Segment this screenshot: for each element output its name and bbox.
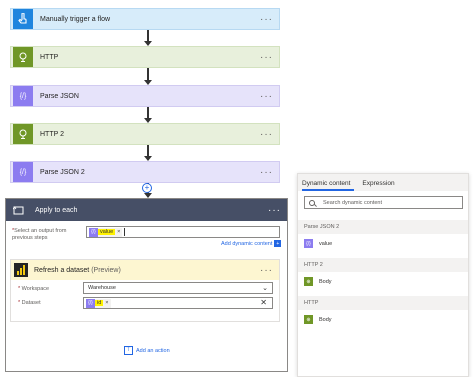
json-braces-icon: {/} (13, 162, 33, 182)
add-icon: + (274, 240, 282, 247)
step-http[interactable]: HTTP ··· (10, 46, 280, 68)
apply-to-each-header[interactable]: Apply to each ··· (6, 199, 287, 221)
select-output-field[interactable]: {/} value × (86, 226, 280, 238)
more-options-icon[interactable]: ··· (268, 205, 281, 216)
hand-touch-icon (13, 9, 33, 29)
refresh-dataset-header[interactable]: Refresh a dataset (Preview) ··· (11, 260, 279, 280)
more-options-icon[interactable]: ··· (260, 129, 273, 140)
workspace-value: Warehouse (88, 285, 116, 291)
step-title: Manually trigger a flow (40, 15, 111, 23)
connector-arrow (144, 68, 152, 85)
more-options-icon[interactable]: ··· (260, 52, 273, 63)
loop-icon (8, 200, 28, 220)
add-dynamic-content-link[interactable]: Add dynamic content + (221, 240, 282, 247)
search-placeholder: Search dynamic content (323, 199, 383, 206)
tab-dynamic-content[interactable]: Dynamic content (302, 180, 355, 191)
step-http-2[interactable]: HTTP 2 ··· (10, 123, 280, 145)
step-title: HTTP (40, 53, 59, 61)
globe-icon (13, 124, 33, 144)
remove-token-icon[interactable]: × (115, 229, 122, 235)
workspace-label: * Workspace (18, 286, 50, 292)
dynamic-item-body[interactable]: ⊕ Body (304, 315, 332, 324)
search-icon (309, 199, 315, 206)
apply-to-each-title: Apply to each (35, 206, 78, 214)
clear-icon[interactable]: ✕ (260, 298, 267, 307)
text-cursor (124, 228, 126, 236)
more-options-icon[interactable]: ··· (260, 265, 273, 276)
globe-icon: ⊕ (304, 315, 313, 324)
panel-tabs: Dynamic content Expression (298, 174, 468, 191)
group-header: HTTP 2 (298, 258, 468, 272)
chevron-down-icon: ⌄ (262, 285, 268, 292)
connector-arrow (144, 145, 152, 161)
dynamic-item-body[interactable]: ⊕ Body (304, 277, 332, 286)
add-action-icon: ⊤ (124, 346, 133, 355)
select-output-label: *Select an output from previous steps (12, 228, 67, 241)
dynamic-item-value[interactable]: {/} value (304, 239, 332, 248)
remove-token-icon[interactable]: × (103, 300, 110, 306)
refresh-dataset-title: Refresh a dataset (Preview) (34, 266, 121, 274)
insert-step-plus-icon[interactable]: + (142, 183, 152, 193)
step-manual-trigger[interactable]: Manually trigger a flow ··· (10, 8, 280, 30)
step-title: HTTP 2 (40, 130, 64, 138)
globe-icon: ⊕ (304, 277, 313, 286)
token-label: value (98, 229, 116, 235)
tab-expression[interactable]: Expression (362, 180, 398, 191)
dynamic-content-search[interactable]: Search dynamic content (304, 196, 463, 209)
json-braces-icon: {/} (89, 227, 98, 237)
group-header: Parse JSON 2 (298, 220, 468, 234)
globe-icon (13, 47, 33, 67)
dataset-label: * Dataset (18, 300, 41, 306)
step-parse-json-2[interactable]: {/} Parse JSON 2 ··· (10, 161, 280, 183)
more-options-icon[interactable]: ··· (260, 167, 273, 178)
connector-arrow (144, 30, 152, 46)
more-options-icon[interactable]: ··· (260, 91, 273, 102)
dataset-field[interactable]: {/} id × ✕ (83, 297, 273, 309)
step-title: Parse JSON (40, 92, 79, 100)
value-token[interactable]: {/} value × (89, 227, 123, 237)
token-label: id (95, 300, 104, 306)
more-options-icon[interactable]: ··· (260, 14, 273, 25)
connector-arrow (144, 107, 152, 123)
json-braces-icon: {/} (13, 86, 33, 106)
json-braces-icon: {/} (304, 239, 313, 248)
json-braces-icon: {/} (86, 298, 95, 308)
dynamic-content-panel: Dynamic content Expression Search dynami… (297, 173, 469, 377)
step-title: Parse JSON 2 (40, 168, 85, 176)
group-header: HTTP (298, 296, 468, 310)
power-bi-icon (14, 263, 28, 277)
step-parse-json[interactable]: {/} Parse JSON ··· (10, 85, 280, 107)
id-token[interactable]: {/} id × (86, 298, 111, 308)
add-action-button[interactable]: ⊤ Add an action (124, 346, 170, 355)
workspace-select[interactable]: Warehouse ⌄ (83, 282, 273, 294)
